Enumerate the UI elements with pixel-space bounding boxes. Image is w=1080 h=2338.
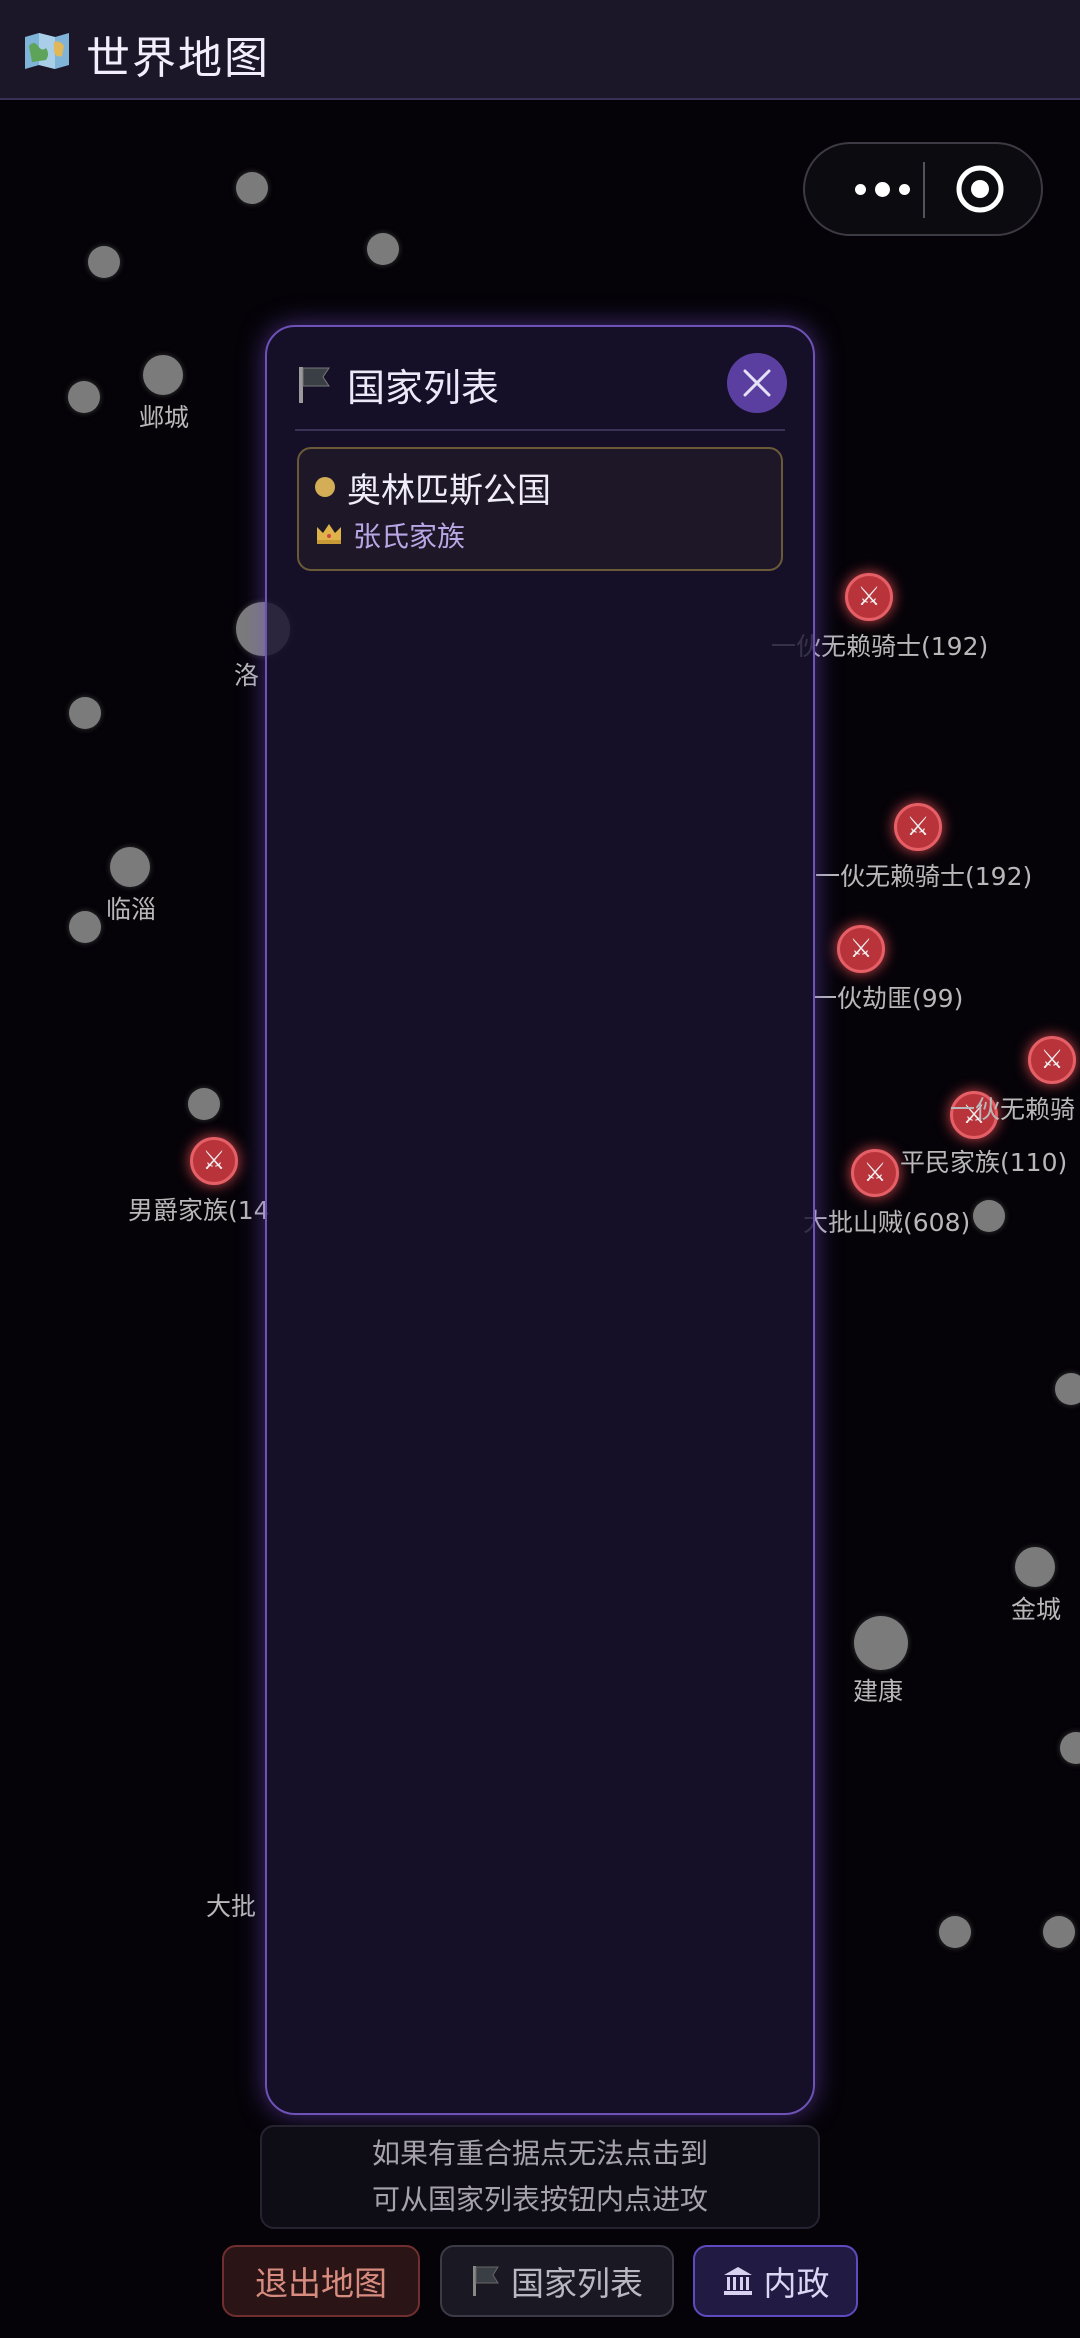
- country-list-button[interactable]: 国家列表: [440, 2245, 674, 2317]
- city-label-yecheng: 邺城: [139, 403, 190, 432]
- enemy-label-5: 平民家族(110): [900, 1148, 1068, 1177]
- enemy-label-6: 大批山贼(608): [803, 1208, 971, 1237]
- map-node[interactable]: [1043, 1916, 1075, 1948]
- city-node-yecheng[interactable]: [143, 355, 183, 395]
- country-name: 奥林匹斯公国: [347, 471, 551, 511]
- country-card[interactable]: 奥林匹斯公国 张氏家族: [297, 447, 783, 571]
- map-node[interactable]: [973, 1200, 1005, 1232]
- map-node[interactable]: [236, 172, 268, 204]
- country-list-label: 国家列表: [511, 2264, 643, 2303]
- map-node[interactable]: [88, 246, 120, 278]
- enemy-marker[interactable]: ⚔: [190, 1137, 238, 1185]
- modal-title: 国家列表: [347, 366, 500, 410]
- enemy-marker[interactable]: ⚔: [845, 573, 893, 621]
- enemy-label-8: 大批: [206, 1892, 257, 1921]
- map-node[interactable]: [69, 697, 101, 729]
- enemy-label-7: 男爵家族(14: [128, 1196, 270, 1225]
- map-node[interactable]: [188, 1088, 220, 1120]
- city-label-jincheng: 金城: [1011, 1595, 1062, 1624]
- country-ruler: 张氏家族: [353, 520, 466, 553]
- map-node[interactable]: [939, 1916, 971, 1948]
- close-button[interactable]: [727, 353, 787, 413]
- enemy-label-3: 一伙劫匪(99): [812, 984, 964, 1013]
- flag-icon: [299, 367, 330, 403]
- internal-affairs-button[interactable]: 内政: [693, 2245, 858, 2317]
- enemy-marker[interactable]: ⚔: [837, 925, 885, 973]
- city-label-jiankang: 建康: [853, 1677, 904, 1706]
- city-node-jiankang[interactable]: [854, 1616, 908, 1670]
- tip-line-1: 如果有重合据点无法点击到: [371, 2137, 708, 2170]
- internal-affairs-label: 内政: [763, 2264, 830, 2303]
- crown-icon: [317, 524, 341, 544]
- map-node[interactable]: [69, 911, 101, 943]
- close-icon: [743, 369, 771, 397]
- exit-map-button[interactable]: 退出地图: [222, 2245, 420, 2317]
- enemy-marker[interactable]: ⚔: [851, 1149, 899, 1197]
- enemy-marker[interactable]: ⚔: [894, 803, 942, 851]
- top-bar: 世界地图: [0, 0, 1080, 100]
- country-list-modal: 国家列表 奥林匹斯公国 张氏家族: [265, 325, 815, 2115]
- bank-icon: [723, 2267, 752, 2295]
- map-node[interactable]: [1060, 1732, 1080, 1764]
- country-color-dot: [315, 477, 335, 497]
- city-label-linzi: 临淄: [106, 895, 157, 924]
- city-node-linzi[interactable]: [110, 847, 150, 887]
- city-label-luoyang: 洛: [234, 661, 260, 690]
- tip-box: 如果有重合据点无法点击到 可从国家列表按钮内点进攻: [260, 2125, 820, 2229]
- enemy-label-4: 一伙无赖骑: [950, 1095, 1076, 1124]
- tip-line-2: 可从国家列表按钮内点进攻: [371, 2183, 708, 2216]
- modal-divider: [295, 429, 785, 431]
- map-node[interactable]: [1055, 1373, 1080, 1405]
- page-title: 世界地图: [86, 33, 270, 84]
- enemy-label-2: 一伙无赖骑士(192): [815, 862, 1033, 891]
- enemy-marker[interactable]: ⚔: [1028, 1036, 1076, 1084]
- city-node-jincheng[interactable]: [1015, 1547, 1055, 1587]
- flag-icon: [473, 2266, 499, 2296]
- map-node[interactable]: [68, 381, 100, 413]
- map-node[interactable]: [367, 233, 399, 265]
- map-icon: [25, 33, 69, 69]
- exit-map-label: 退出地图: [255, 2264, 387, 2303]
